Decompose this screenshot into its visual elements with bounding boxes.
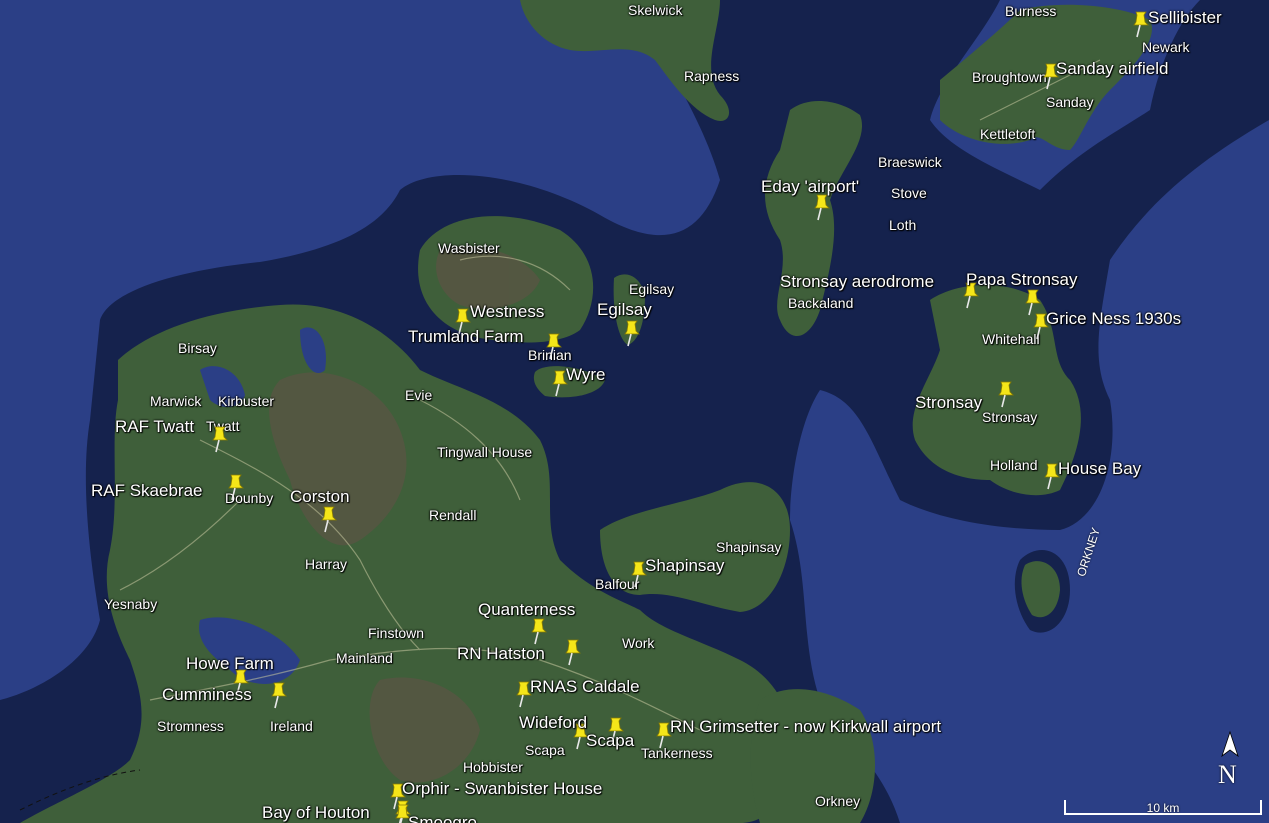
placemark-label-stronsay-aerodrome[interactable]: Stronsay aerodrome [780,272,934,292]
placemark-label-rn-grimsetter[interactable]: RN Grimsetter - now Kirkwall airport [670,717,941,737]
placemark-label-papa-stronsay[interactable]: Papa Stronsay [966,270,1078,290]
pushpin-icon[interactable] [543,332,563,362]
pushpin-icon[interactable] [225,473,245,503]
placemark-label-sellibister[interactable]: Sellibister [1148,8,1222,28]
place-label-newark: Newark [1142,39,1190,55]
placemark-label-quanterness[interactable]: Quanterness [478,600,575,620]
placemark-label-raf-twatt[interactable]: RAF Twatt [115,417,194,437]
place-label-egilsay-town: Egilsay [629,281,675,297]
pushpin-icon[interactable] [268,681,288,711]
place-label-rendall: Rendall [429,507,477,523]
place-label-marwick: Marwick [150,393,202,409]
place-label-evie: Evie [405,387,433,403]
place-label-harray: Harray [305,556,348,572]
placemark-label-sanday-airfield[interactable]: Sanday airfield [1056,59,1168,79]
place-label-kirbuster: Kirbuster [218,393,275,409]
pushpin-icon[interactable] [621,319,641,349]
place-label-kettletoft: Kettletoft [980,126,1036,142]
place-label-loth: Loth [889,217,917,233]
placemark-label-eday-airport[interactable]: Eday 'airport' [761,177,859,197]
place-label-scapa-town: Scapa [525,742,565,758]
pushpin-icon[interactable] [209,425,229,455]
placemark-label-orphir[interactable]: Orphir - Swanbister House [402,779,602,799]
placemark-label-scapa[interactable]: Scapa [586,731,634,751]
pushpin-icon[interactable] [528,617,548,647]
placemark-label-shapinsay[interactable]: Shapinsay [645,556,724,576]
placemark-label-rn-hatston[interactable]: RN Hatston [457,644,545,664]
place-label-tankerness: Tankerness [641,745,713,761]
place-label-stromness: Stromness [157,718,224,734]
place-label-backaland: Backaland [788,295,854,311]
placemark-label-raf-skaebrae[interactable]: RAF Skaebrae [91,481,203,501]
placemark-label-howe-farm[interactable]: Howe Farm [186,654,274,674]
placemark-label-egilsay[interactable]: Egilsay [597,300,652,320]
place-label-skelwick: Skelwick [628,2,683,18]
place-label-work: Work [622,635,655,651]
place-label-broughtown: Broughtown [972,69,1047,85]
placemark-label-bay-of-houton[interactable]: Bay of Houton [262,803,370,823]
place-label-rapness: Rapness [684,68,740,84]
pushpin-icon[interactable] [811,193,831,223]
place-label-yesnaby: Yesnaby [104,596,158,612]
placemark-label-rnas-caldale[interactable]: RNAS Caldale [530,677,640,697]
placemark-label-westness[interactable]: Westness [470,302,544,322]
place-label-holland: Holland [990,457,1038,473]
place-label-tingwall: Tingwall House [437,444,533,460]
place-label-mainland: Mainland [336,650,393,666]
place-label-finstown: Finstown [368,625,425,641]
satellite-map[interactable]: Skelwick Rapness Burness Newark Broughtown Sa… [0,0,1269,823]
placemark-label-stronsay[interactable]: Stronsay [915,393,982,413]
place-label-birsay: Birsay [178,340,217,356]
place-label-shapinsay-town: Shapinsay [716,539,782,555]
placemark-label-smoogro[interactable]: Smoogro [408,813,477,823]
pushpin-icon[interactable] [318,505,338,535]
placemark-label-grice-ness[interactable]: Grice Ness 1930s [1046,309,1181,329]
pushpin-icon[interactable] [562,638,582,668]
placemark-label-wyre[interactable]: Wyre [566,365,606,385]
placemark-label-trumland-farm[interactable]: Trumland Farm [408,327,524,347]
place-label-wasbister: Wasbister [438,240,500,256]
place-label-stronsay-town: Stronsay [982,409,1038,425]
place-label-burness: Burness [1005,3,1057,19]
placemark-label-cumminess[interactable]: Cumminess [162,685,252,705]
pushpin-icon[interactable] [1130,10,1150,40]
place-label-ireland: Ireland [270,718,313,734]
placemark-label-wideford[interactable]: Wideford [519,713,587,733]
north-label: N [1218,760,1237,789]
place-label-stove: Stove [891,185,927,201]
place-label-hobbister: Hobbister [463,759,523,775]
place-label-braeswick: Braeswick [878,154,942,170]
placemark-label-house-bay[interactable]: House Bay [1058,459,1141,479]
pushpin-icon[interactable] [995,380,1015,410]
place-label-sanday: Sanday [1046,94,1094,110]
placemark-label-corston[interactable]: Corston [290,487,350,507]
scale-label: 10 km [1146,801,1180,815]
place-label-orkney-town: Orkney [815,793,861,809]
